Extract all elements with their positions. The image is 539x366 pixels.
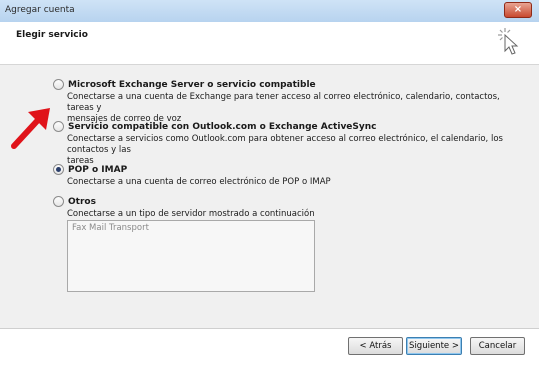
back-button[interactable]: < Atrás xyxy=(348,337,403,355)
option-outlook-com-label: Servicio compatible con Outlook.com o Ex… xyxy=(68,121,377,132)
next-button[interactable]: Siguiente > xyxy=(406,337,462,355)
option-pop-imap-label: POP o IMAP xyxy=(68,164,128,175)
option-outlook-com-description: Conectarse a servicios como Outlook.com … xyxy=(67,134,527,167)
radio-outlook-com[interactable] xyxy=(53,121,64,132)
option-outlook-com-desc-line2: tareas xyxy=(67,156,94,166)
red-arrow-annotation xyxy=(11,108,50,149)
option-other-desc-line1: Conectarse a un tipo de servidor mostrad… xyxy=(67,209,315,219)
option-pop-imap[interactable]: POP o IMAP xyxy=(53,164,127,175)
option-exchange[interactable]: Microsoft Exchange Server o servicio com… xyxy=(53,79,316,90)
title-bar: Agregar cuenta × xyxy=(0,0,539,23)
radio-pop-imap[interactable] xyxy=(53,164,64,175)
option-other[interactable]: Otros xyxy=(53,196,96,207)
option-exchange-desc-line1: Conectarse a una cuenta de Exchange para… xyxy=(67,92,500,113)
close-button[interactable]: × xyxy=(504,2,532,18)
cursor-click-icon xyxy=(498,28,519,55)
option-pop-imap-desc-line1: Conectarse a una cuenta de correo electr… xyxy=(67,177,331,187)
radio-other[interactable] xyxy=(53,196,64,207)
option-other-description: Conectarse a un tipo de servidor mostrad… xyxy=(67,209,527,220)
page-title: Elegir servicio xyxy=(16,30,88,40)
close-icon: × xyxy=(513,4,523,15)
option-outlook-com-desc-line1: Conectarse a servicios como Outlook.com … xyxy=(67,134,503,155)
option-pop-imap-description: Conectarse a una cuenta de correo electr… xyxy=(67,177,527,188)
window-title: Agregar cuenta xyxy=(5,5,75,15)
option-other-label: Otros xyxy=(68,196,96,207)
cancel-button[interactable]: Cancelar xyxy=(470,337,525,355)
option-outlook-com[interactable]: Servicio compatible con Outlook.com o Ex… xyxy=(53,121,377,132)
server-type-list[interactable]: Fax Mail Transport xyxy=(67,220,315,292)
radio-exchange[interactable] xyxy=(53,79,64,90)
list-item[interactable]: Fax Mail Transport xyxy=(72,223,149,233)
wizard-header: Elegir servicio xyxy=(0,22,539,65)
option-exchange-label: Microsoft Exchange Server o servicio com… xyxy=(68,79,316,90)
